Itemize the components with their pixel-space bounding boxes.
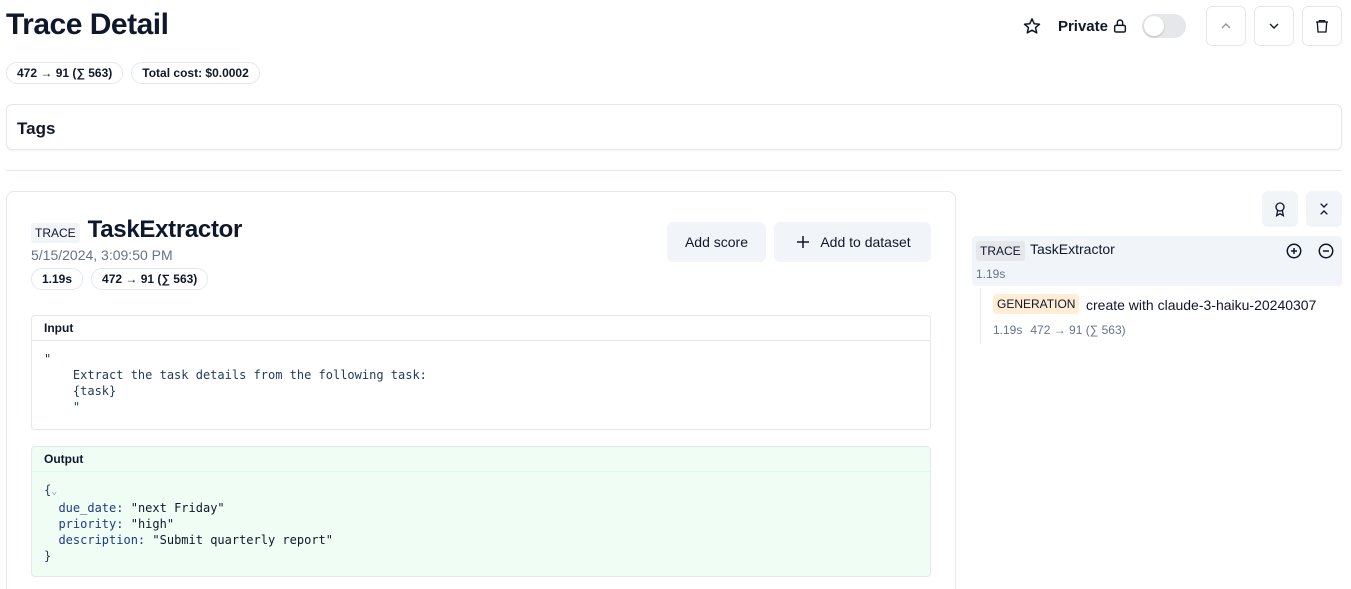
json-key: due_date: [58,501,124,515]
output-label: Output [32,447,930,472]
node-name: TaskExtractor [1030,241,1115,257]
input-content[interactable]: " Extract the task details from the foll… [32,341,930,425]
json-value: "next Friday" [130,501,225,515]
node-latency: 1.19s [993,323,1023,337]
input-label: Input [32,316,930,341]
output-content[interactable]: {⌄ due_date: "next Friday" priority: "hi… [32,472,930,574]
node-usage: 472 → 91 (∑ 563) [1030,323,1126,337]
scores-toggle-button[interactable] [1262,191,1298,227]
trash-icon [1316,20,1328,33]
plus-icon [797,236,810,248]
chevron-up-icon [1221,23,1231,29]
json-key: description: [58,533,146,547]
header-actions: Private [1018,6,1342,46]
observation-detail-card: TRACE TaskExtractor 5/15/2024, 3:09:50 P… [6,191,956,589]
node-name: create with claude-3-haiku-20240307 [1086,297,1317,313]
type-badge: TRACE [31,223,80,243]
next-trace-button[interactable] [1254,6,1294,46]
divider [6,170,1342,171]
add-to-dataset-button[interactable]: Add to dataset [774,222,931,262]
cost-pill: Total cost: $0.0002 [131,62,260,84]
input-line: Extract the task details from the follow… [44,368,427,382]
close-brace: } [44,549,52,563]
award-icon [1275,202,1285,217]
tree-toolbar [1262,191,1342,227]
private-toggle[interactable] [1142,14,1186,38]
input-line: " [44,352,52,366]
json-value: "Submit quarterly report" [152,533,334,547]
previous-trace-button[interactable] [1206,6,1246,46]
usage-pill: 472 → 91 (∑ 563) [91,268,209,290]
toggle-knob [1144,16,1164,36]
lock-icon [1112,17,1130,35]
output-panel: Output {⌄ due_date: "next Friday" priori… [31,446,931,577]
tree-node-trace[interactable]: TRACE TaskExtractor 1.19s [972,236,1342,286]
detail-header: TRACE TaskExtractor [31,216,242,244]
detail-pills: 1.19s 472 → 91 (∑ 563) [31,268,209,290]
collapse-all-button[interactable] [1306,191,1342,227]
expand-plus-icon[interactable] [1285,242,1303,260]
tags-label: Tags [17,119,56,138]
input-line: " [44,400,81,414]
input-line: {task} [44,384,117,398]
latency-pill: 1.19s [31,268,84,290]
json-key: priority: [58,517,124,531]
collapse-minus-icon[interactable] [1317,242,1335,260]
collapse-icon [1320,203,1328,215]
page-title: Trace Detail [6,8,169,41]
detail-timestamp: 5/15/2024, 3:09:50 PM [31,247,173,263]
node-meta: 1.19s 472 → 91 (∑ 563) [993,323,1126,337]
tree-node-generation[interactable]: GENERATION create with claude-3-haiku-20… [980,288,1342,344]
add-score-button[interactable]: Add score [667,222,766,262]
generation-badge: GENERATION [993,294,1080,314]
detail-name: TaskExtractor [87,216,243,243]
collapse-caret-icon[interactable]: ⌄ [51,486,57,497]
json-value: "high" [130,517,175,531]
usage-pill: 472 → 91 (∑ 563) [6,62,124,84]
private-label: Private [1057,17,1108,35]
trace-badge: TRACE [976,241,1025,261]
input-panel: Input " Extract the task details from th… [31,315,931,430]
chevron-down-icon [1269,23,1279,29]
tags-box[interactable]: Tags [6,104,1342,150]
summary-pills: 472 → 91 (∑ 563) Total cost: $0.0002 [6,62,260,84]
delete-button[interactable] [1302,6,1342,46]
star-icon[interactable] [1018,12,1046,40]
add-to-dataset-label: Add to dataset [820,234,911,250]
node-latency: 1.19s [976,267,1006,281]
